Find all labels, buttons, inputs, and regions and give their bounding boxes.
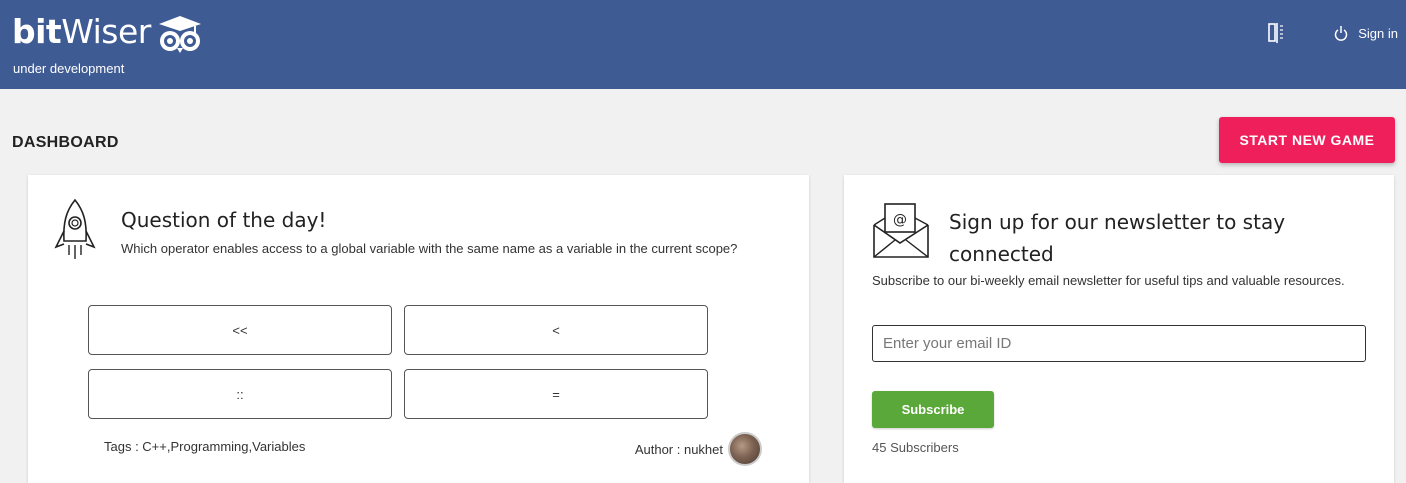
top-navbar: bitWiser under development Sign in	[0, 0, 1406, 89]
signin-label: Sign in	[1358, 25, 1398, 41]
newsletter-description: Subscribe to our bi-weekly email newslet…	[872, 273, 1345, 288]
author-avatar	[728, 432, 762, 466]
logo-light-text: Wiser	[61, 12, 151, 51]
logo-bold-text: bit	[12, 12, 62, 51]
question-of-day-card: Question of the day! Which operator enab…	[28, 175, 809, 483]
author-label: Author : nukhet	[634, 441, 723, 457]
logo[interactable]: bitWiser	[12, 12, 203, 54]
tagline: under development	[13, 61, 125, 76]
owl-logo-icon	[158, 16, 201, 53]
answer-option-4[interactable]: =	[404, 369, 708, 419]
book-toggle-icon[interactable]	[1268, 22, 1286, 44]
rocket-icon	[54, 198, 96, 259]
svg-text:@: @	[893, 212, 907, 228]
email-input[interactable]	[872, 325, 1366, 362]
answer-option-1[interactable]: <<	[88, 305, 392, 355]
page-title: DASHBOARD	[12, 134, 119, 151]
signin-button[interactable]: Sign in	[1334, 25, 1398, 41]
power-icon	[1335, 26, 1348, 41]
envelope-icon: @	[873, 203, 929, 258]
subscribe-button[interactable]: Subscribe	[872, 391, 994, 428]
newsletter-title: Sign up for our newsletter to stay conne…	[949, 210, 1286, 266]
subscriber-count: 45 Subscribers	[872, 440, 959, 455]
answer-option-2[interactable]: <	[404, 305, 708, 355]
start-new-game-button[interactable]: START NEW GAME	[1219, 117, 1395, 163]
answer-option-3[interactable]: ::	[88, 369, 392, 419]
newsletter-card: @ Sign up for our newsletter to stay con…	[844, 175, 1394, 483]
question-text: Which operator enables access to a globa…	[121, 241, 738, 256]
question-tags: Tags : C++,Programming,Variables	[104, 439, 306, 454]
question-author: Author : nukhet	[635, 432, 762, 466]
question-card-title: Question of the day!	[121, 208, 327, 232]
